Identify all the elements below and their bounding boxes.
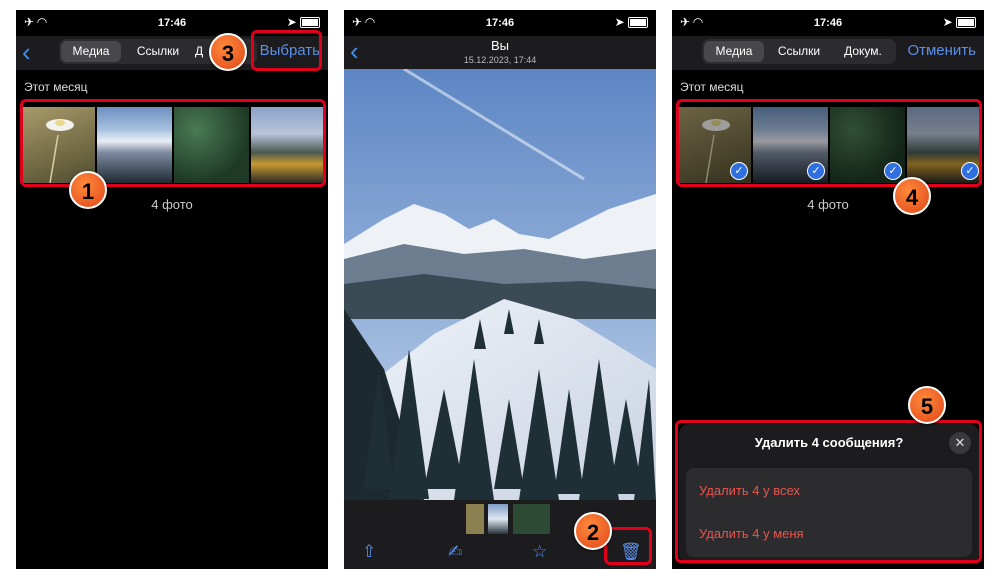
thumbnail-strip xyxy=(466,504,550,534)
location-icon: ➤ xyxy=(286,15,297,29)
highlight-delete-sheet xyxy=(675,420,982,563)
tab-links[interactable]: Ссылки xyxy=(768,39,830,64)
back-icon[interactable]: ‹ xyxy=(22,39,31,65)
viewer-nav-bar: ‹ Вы 15.12.2023, 17:44 xyxy=(344,36,656,69)
viewer-title: Вы xyxy=(490,38,509,53)
step-badge-5: 5 xyxy=(908,386,946,424)
step-badge-2: 2 xyxy=(574,512,612,550)
highlight-selected-grid xyxy=(676,99,982,187)
tab-links[interactable]: Ссылки xyxy=(125,39,191,64)
status-time: 17:46 xyxy=(157,17,187,29)
strip-thumb-mountain[interactable] xyxy=(488,504,508,534)
highlight-select-button xyxy=(251,30,322,71)
viewer-subtitle: 15.12.2023, 17:44 xyxy=(463,55,537,65)
battery-icon xyxy=(300,17,320,29)
phone-screen-select-delete: ✈ ◠ 17:46 ➤ Медиа Ссылки Докум. Отменить… xyxy=(672,10,984,569)
section-header: Этот месяц xyxy=(24,80,88,94)
section-header: Этот месяц xyxy=(680,80,744,94)
battery-icon xyxy=(628,17,648,29)
draw-icon[interactable]: ✍ xyxy=(448,542,462,562)
photo-count: 4 фото xyxy=(151,197,193,212)
status-time: 17:46 xyxy=(813,17,843,29)
phone-screen-media-list: ✈ ◠ 17:46 ➤ ‹ Медиа Ссылки Д Выбрать Это… xyxy=(16,10,328,569)
phone-screen-photo-viewer: ✈ ◠ 17:46 ➤ ‹ Вы 15.12.2023, 17:44 ⇧ ✍ ☆… xyxy=(344,10,656,569)
highlight-photo-grid xyxy=(20,99,326,187)
star-icon[interactable]: ☆ xyxy=(532,542,547,562)
tab-media[interactable]: Медиа xyxy=(61,41,121,62)
tab-docs[interactable]: Докум. xyxy=(832,39,894,64)
status-bar: ✈ ◠ 17:46 ➤ xyxy=(672,10,984,36)
photo-count: 4 фото xyxy=(807,197,849,212)
back-icon[interactable]: ‹ xyxy=(350,38,359,64)
mountain-photo[interactable] xyxy=(344,69,656,500)
step-badge-4: 4 xyxy=(893,177,931,215)
battery-icon xyxy=(956,17,976,29)
nav-bar: Медиа Ссылки Докум. Отменить xyxy=(672,36,984,70)
strip-thumb-flower[interactable] xyxy=(466,504,484,534)
step-badge-1: 1 xyxy=(69,171,107,209)
media-segmented-control: Медиа Ссылки Докум. xyxy=(702,39,896,64)
share-icon[interactable]: ⇧ xyxy=(362,542,376,562)
step-badge-3: 3 xyxy=(209,33,247,71)
cancel-button[interactable]: Отменить xyxy=(907,42,976,59)
tab-media[interactable]: Медиа xyxy=(704,41,764,62)
status-bar: ✈ ◠ 17:46 ➤ xyxy=(344,10,656,36)
strip-thumb-leaves[interactable] xyxy=(513,504,550,534)
location-icon: ➤ xyxy=(942,15,953,29)
status-time: 17:46 xyxy=(485,17,515,29)
location-icon: ➤ xyxy=(614,15,625,29)
